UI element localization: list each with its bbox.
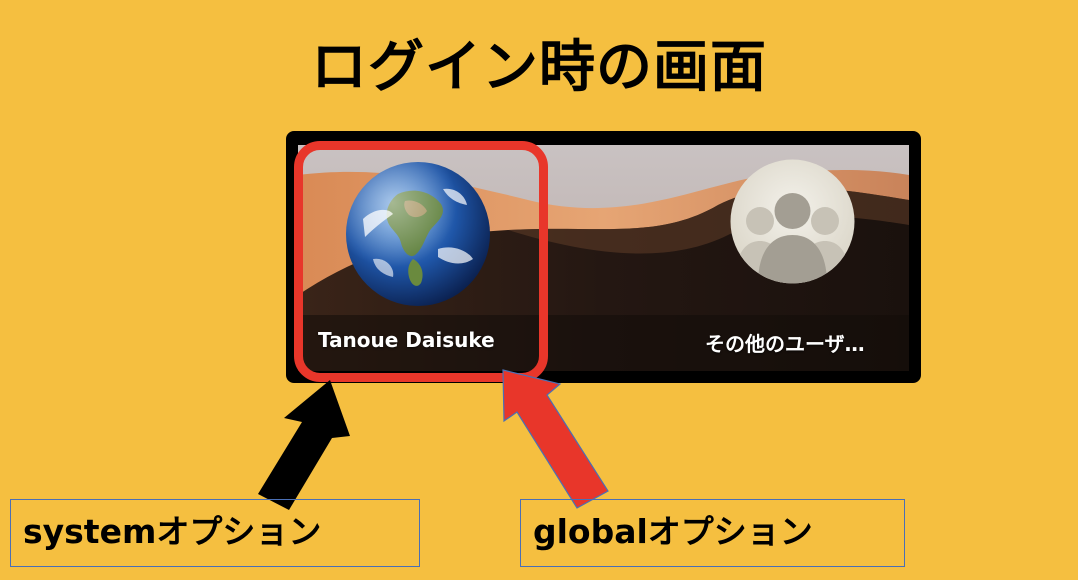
global-option-label: globalオプション bbox=[520, 499, 905, 567]
system-option-label: systemオプション bbox=[10, 499, 420, 567]
black-arrow-icon bbox=[258, 380, 350, 510]
red-arrow-icon bbox=[502, 369, 609, 509]
annotation-arrows bbox=[258, 369, 609, 510]
